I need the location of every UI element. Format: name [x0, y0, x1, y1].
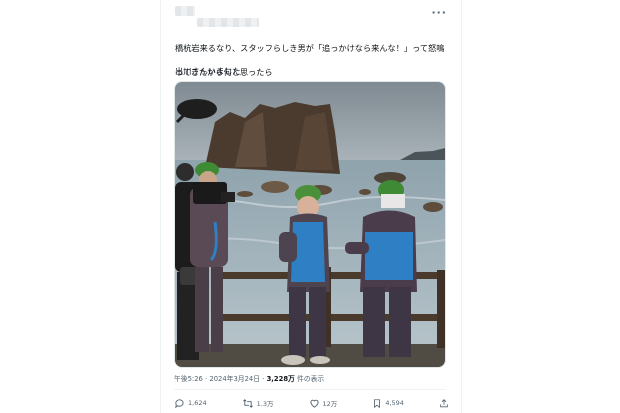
meta-separator-2: ·: [262, 375, 265, 383]
tweet-meta: 午後5:26 · 2024年3月24日 · 3,228万 件の表示: [174, 373, 324, 383]
views-count: 3,228万: [266, 375, 295, 383]
retweet-icon: [242, 398, 253, 408]
tweet-header: ···: [175, 6, 455, 28]
action-bar: 1,624 1.3万 12万 4,594: [174, 396, 449, 410]
reply-button[interactable]: 1,624: [174, 398, 207, 409]
tweet-text-line-3: 出川さんいました: [175, 66, 241, 76]
share-icon: [440, 398, 448, 407]
tweet-date[interactable]: 2024年3月24日: [209, 375, 260, 383]
meta-separator-1: ·: [205, 375, 208, 383]
like-icon: [309, 399, 319, 408]
photo-illustration: [175, 82, 445, 367]
bookmark-icon: [374, 398, 381, 408]
views-label: 件の表示: [294, 375, 325, 383]
share-button[interactable]: [439, 398, 449, 409]
retweet-button[interactable]: 1.3万: [242, 398, 274, 409]
reply-icon: [175, 398, 184, 408]
tweet-photo[interactable]: [174, 81, 446, 368]
blurred-username: [197, 18, 259, 27]
tweet-card: ··· 橋杭岩来るなり、スタッフらしき男が「追っかけなら来んな！」って怒鳴 って…: [160, 0, 462, 413]
like-count: 12万: [322, 400, 338, 408]
reply-count: 1,624: [188, 399, 207, 407]
blurred-avatar: [175, 6, 195, 16]
tweet-text-line-1: 橋杭岩来るなり、スタッフらしき男が「追っかけなら来んな！」って怒鳴: [175, 43, 445, 53]
bookmark-button[interactable]: 4,594: [372, 398, 404, 409]
tweet-time[interactable]: 午後5:26: [174, 375, 203, 383]
more-icon[interactable]: ···: [431, 6, 447, 19]
divider: [174, 389, 446, 390]
like-button[interactable]: 12万: [309, 398, 338, 409]
retweet-count: 1.3万: [256, 400, 274, 408]
bookmark-count: 4,594: [385, 399, 404, 407]
